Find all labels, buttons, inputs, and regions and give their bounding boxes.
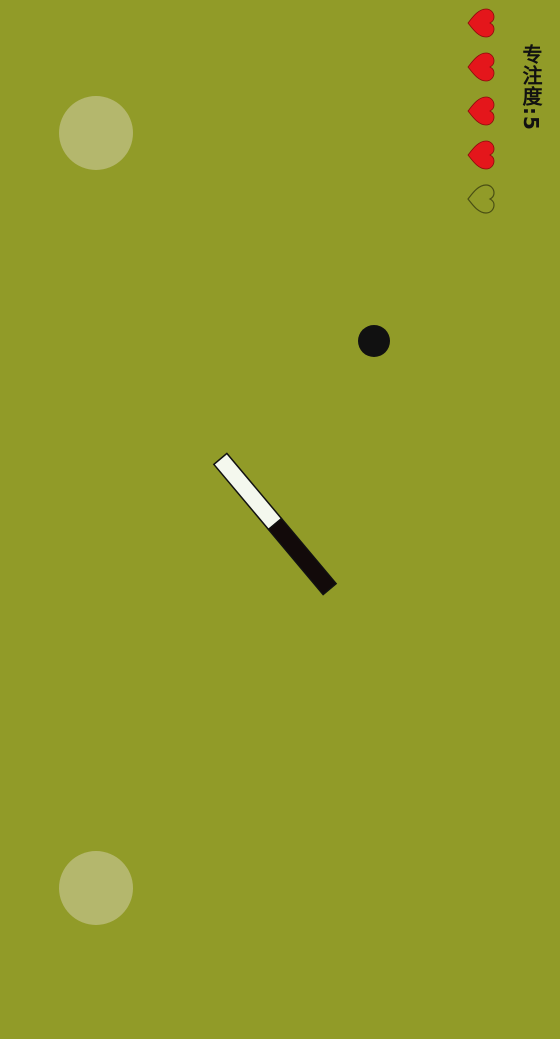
bat-stick[interactable] [0, 0, 560, 1039]
stick-dark-half [267, 517, 338, 596]
game-board[interactable]: 专注度:5 [0, 0, 560, 1039]
stick-light-half [212, 452, 283, 531]
